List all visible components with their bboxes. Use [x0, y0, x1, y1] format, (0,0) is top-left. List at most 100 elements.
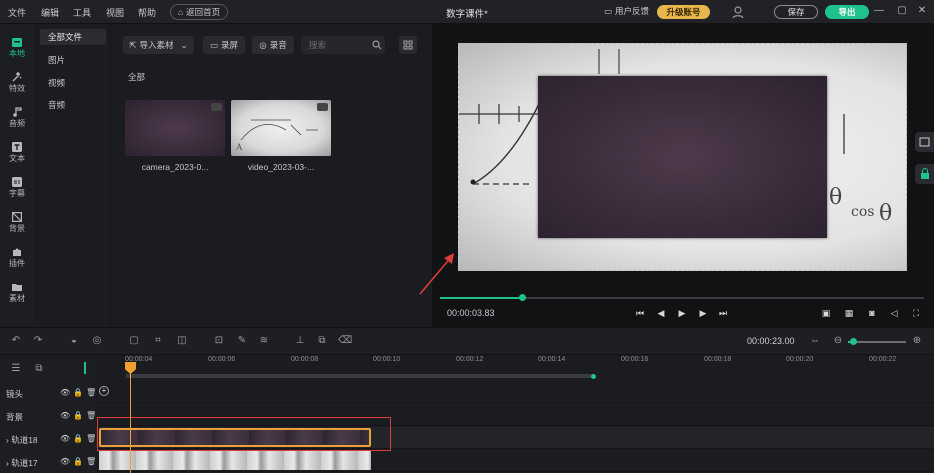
- section-all-label: 全部: [128, 72, 146, 82]
- stamp-icon[interactable]: ⊥: [294, 335, 306, 347]
- step-back-icon[interactable]: ◀: [655, 307, 667, 319]
- search-icon[interactable]: [372, 40, 382, 50]
- save-button[interactable]: 保存: [774, 5, 818, 19]
- rail-item-effects[interactable]: 特效: [0, 67, 34, 101]
- minimize-icon[interactable]: —: [872, 4, 886, 18]
- delete-icon[interactable]: ⌫: [338, 335, 352, 347]
- add-track-icon[interactable]: ⧉: [33, 363, 45, 375]
- grid-overlay-icon[interactable]: ▦: [843, 307, 855, 319]
- back-home-button[interactable]: ⌂ 返回首页: [170, 4, 228, 20]
- music-icon: [13, 107, 22, 117]
- undo-icon[interactable]: ↶: [10, 335, 22, 347]
- import-media-button[interactable]: ⇱ 导入素材 ⌄: [123, 36, 194, 54]
- feedback-button[interactable]: ▭ 用户反馈: [604, 5, 649, 17]
- category-all-files[interactable]: 全部文件: [40, 29, 106, 45]
- pip-icon[interactable]: ▣: [820, 307, 832, 319]
- rail-label: 本地: [9, 49, 25, 58]
- zoom-region-icon[interactable]: ⊡: [213, 335, 225, 347]
- layers-icon[interactable]: ≋: [258, 335, 270, 347]
- menu-file[interactable]: 文件: [8, 6, 26, 19]
- svg-text:θ: θ: [829, 185, 842, 210]
- menu-help[interactable]: 帮助: [138, 6, 156, 19]
- mark-icon[interactable]: ◒: [68, 335, 80, 347]
- playhead-line[interactable]: [130, 362, 131, 473]
- skip-start-icon[interactable]: ⏮: [634, 307, 646, 319]
- grid-icon: [403, 40, 413, 50]
- record-screen-button[interactable]: ▭ 录屏: [203, 36, 245, 54]
- rail-item-materials[interactable]: 素材: [0, 277, 34, 311]
- volume-icon[interactable]: ◁: [888, 307, 900, 319]
- svg-text:A: A: [236, 142, 243, 152]
- menu-view[interactable]: 视图: [106, 6, 124, 19]
- ruler-tick: 00:00:18: [704, 356, 732, 363]
- rail-item-background[interactable]: 背景: [0, 207, 34, 241]
- range-start-marker[interactable]: [84, 362, 86, 374]
- timeline-zoom-knob[interactable]: [850, 338, 857, 345]
- target-icon[interactable]: ◎: [91, 335, 103, 347]
- step-forward-icon[interactable]: ▶: [697, 307, 709, 319]
- copy-icon[interactable]: ⧉: [316, 335, 328, 347]
- rail-label: 插件: [9, 259, 25, 268]
- camera-overlay-video[interactable]: [538, 76, 827, 238]
- background-icon: [12, 212, 22, 222]
- rail-label: 素材: [9, 294, 25, 303]
- import-label: 导入素材: [139, 40, 174, 50]
- menu-tools[interactable]: 工具: [73, 6, 91, 19]
- fullscreen-icon[interactable]: ⛶: [910, 307, 922, 319]
- rail-item-subtitle[interactable]: 字幕: [0, 172, 34, 206]
- split-icon[interactable]: ◫: [176, 335, 188, 347]
- rail-label: 背景: [9, 224, 25, 233]
- rail-label: 字幕: [9, 189, 25, 198]
- media-thumbnail-video[interactable]: A: [231, 100, 331, 156]
- work-range-bar[interactable]: [126, 374, 594, 378]
- ruler-tick: 00:00:12: [456, 356, 484, 363]
- menu-edit[interactable]: 编辑: [41, 6, 59, 19]
- skip-end-icon[interactable]: ⏭: [717, 307, 729, 319]
- redo-icon[interactable]: ↷: [32, 335, 44, 347]
- feature-rail: 本地 特效 音频 文本 字幕 背景 插件 素材: [0, 24, 34, 327]
- pen-icon[interactable]: ✎: [236, 335, 248, 347]
- playback-scrubber[interactable]: [519, 294, 526, 301]
- chevron-down-icon: ⌄: [180, 39, 188, 50]
- track-controls[interactable]: 👁🔒🗑: [60, 457, 99, 466]
- export-button[interactable]: 导出: [825, 5, 869, 19]
- play-icon[interactable]: ▶: [676, 307, 688, 319]
- svg-text:θ: θ: [879, 201, 892, 226]
- track-label: 镜头: [6, 389, 24, 399]
- fit-icon[interactable]: ▢: [128, 335, 140, 347]
- crop-icon[interactable]: ⌗: [152, 335, 164, 347]
- grid-view-button[interactable]: [399, 36, 417, 54]
- category-images[interactable]: 图片: [40, 52, 106, 68]
- close-icon[interactable]: ✕: [915, 4, 929, 18]
- track-controls[interactable]: 👁🔒🗑: [60, 388, 99, 397]
- fit-screen-icon: [919, 137, 930, 147]
- lock-icon: [921, 168, 929, 179]
- fit-screen-tab[interactable]: [915, 132, 934, 152]
- track-controls[interactable]: 👁🔒🗑: [60, 411, 99, 420]
- back-home-label: 返回首页: [186, 7, 221, 17]
- media-thumbnail-camera[interactable]: [125, 100, 225, 156]
- fit-timeline-icon[interactable]: ⇔: [809, 335, 821, 347]
- total-duration: 00:00:23.00: [747, 336, 795, 346]
- lock-tab[interactable]: [915, 164, 934, 184]
- video-badge-icon: [317, 103, 328, 111]
- zoom-in-icon[interactable]: ⊕: [911, 335, 923, 347]
- add-clip-icon[interactable]: +: [99, 386, 109, 396]
- rail-item-text[interactable]: 文本: [0, 137, 34, 171]
- category-audio[interactable]: 音频: [40, 97, 106, 113]
- zoom-out-icon[interactable]: ⊖: [832, 335, 844, 347]
- track-settings-icon[interactable]: ☰: [10, 363, 22, 375]
- text-icon: [12, 142, 22, 152]
- user-icon[interactable]: [731, 5, 745, 19]
- upgrade-button[interactable]: 升级账号: [657, 5, 710, 19]
- clip-whiteboard-video[interactable]: [99, 451, 371, 470]
- category-videos[interactable]: 视频: [40, 75, 106, 91]
- rail-item-local[interactable]: 本地: [0, 32, 34, 66]
- maximize-icon[interactable]: ▢: [895, 4, 909, 18]
- track-controls[interactable]: 👁🔒🗑: [60, 434, 99, 443]
- record-audio-button[interactable]: ◎ 录音: [252, 36, 294, 54]
- rail-item-audio[interactable]: 音频: [0, 102, 34, 136]
- work-range-end-handle[interactable]: [591, 374, 596, 379]
- snapshot-icon[interactable]: ◙: [866, 307, 878, 319]
- rail-item-plugins[interactable]: 插件: [0, 242, 34, 276]
